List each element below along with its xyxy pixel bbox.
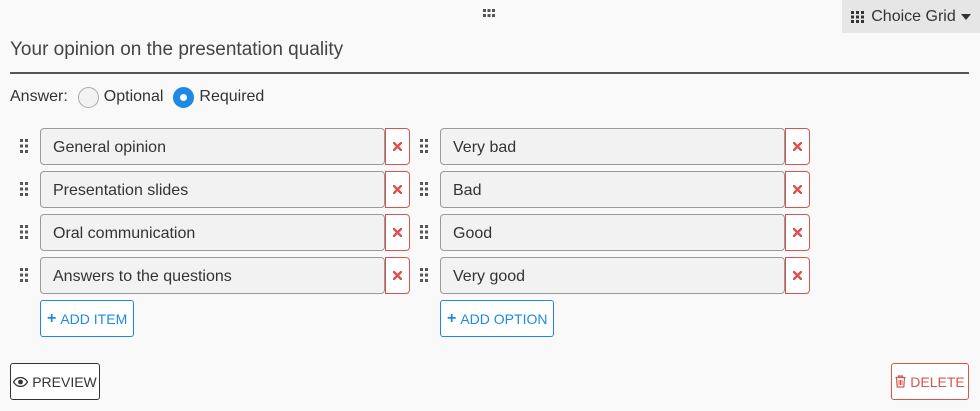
trash-icon <box>895 375 906 388</box>
close-icon <box>793 228 802 237</box>
remove-option-button[interactable] <box>785 214 810 251</box>
plus-icon: + <box>47 309 57 327</box>
drag-handle-icon[interactable] <box>20 268 28 282</box>
item-input[interactable]: Answers to the questions <box>40 257 385 294</box>
option-input[interactable]: Very good <box>440 257 785 294</box>
close-icon <box>793 271 802 280</box>
delete-button[interactable]: DELETE <box>891 363 969 400</box>
remove-item-button[interactable] <box>385 214 410 251</box>
option-input[interactable]: Good <box>440 214 785 251</box>
close-icon <box>393 228 402 237</box>
answer-label: Answer: <box>10 88 68 105</box>
required-radio[interactable] <box>173 86 195 108</box>
remove-item-button[interactable] <box>385 128 410 165</box>
add-option-label: ADD OPTION <box>460 310 548 327</box>
remove-option-button[interactable] <box>785 128 810 165</box>
eye-icon <box>13 376 29 387</box>
remove-option-button[interactable] <box>785 257 810 294</box>
question-type-label: Choice Grid <box>871 7 956 25</box>
preview-label: PREVIEW <box>32 373 97 390</box>
add-item-button[interactable]: + ADD ITEM <box>40 300 135 337</box>
question-type-selector[interactable]: Choice Grid <box>842 0 980 33</box>
close-icon <box>793 185 802 194</box>
option-input[interactable]: Very bad <box>440 128 785 165</box>
answer-requirement: Answer: Optional Required <box>10 86 264 108</box>
preview-button[interactable]: PREVIEW <box>10 363 100 400</box>
optional-label[interactable]: Optional <box>104 88 164 106</box>
remove-option-button[interactable] <box>785 171 810 208</box>
option-input[interactable]: Bad <box>440 171 785 208</box>
grid-icon <box>851 10 865 23</box>
remove-item-button[interactable] <box>385 257 410 294</box>
drag-handle-icon[interactable] <box>20 182 28 196</box>
close-icon <box>393 185 402 194</box>
close-icon <box>393 271 402 280</box>
required-label[interactable]: Required <box>199 88 264 106</box>
drag-handle-icon[interactable] <box>420 225 428 239</box>
add-option-button[interactable]: + ADD OPTION <box>440 300 555 337</box>
drag-handle-icon[interactable] <box>420 268 428 282</box>
item-input[interactable]: General opinion <box>40 128 385 165</box>
delete-label: DELETE <box>910 373 965 390</box>
grip-horizontal-icon[interactable] <box>482 5 496 17</box>
caret-down-icon <box>960 13 971 20</box>
drag-handle-icon[interactable] <box>420 139 428 153</box>
drag-handle-icon[interactable] <box>420 182 428 196</box>
question-title-input[interactable]: Your opinion on the presentation quality <box>10 38 969 74</box>
drag-handle-icon[interactable] <box>20 139 28 153</box>
item-input[interactable]: Presentation slides <box>40 171 385 208</box>
drag-handle-icon[interactable] <box>20 225 28 239</box>
plus-icon: + <box>447 309 457 327</box>
add-item-label: ADD ITEM <box>60 310 128 327</box>
item-input[interactable]: Oral communication <box>40 214 385 251</box>
remove-item-button[interactable] <box>385 171 410 208</box>
close-icon <box>793 142 802 151</box>
close-icon <box>393 142 402 151</box>
optional-radio[interactable] <box>77 86 99 108</box>
